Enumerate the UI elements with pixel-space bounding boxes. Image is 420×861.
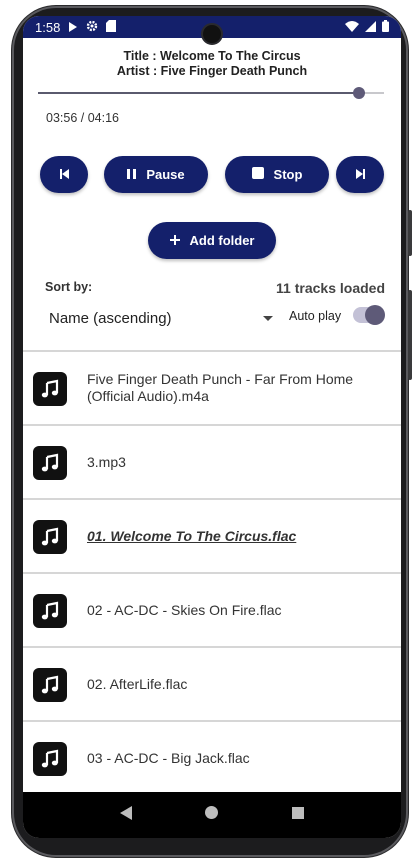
previous-button[interactable] xyxy=(40,156,88,193)
track-row[interactable]: Five Finger Death Punch - Far From Home … xyxy=(23,350,401,424)
add-folder-label: Add folder xyxy=(189,233,255,248)
artist-line: Artist : Five Finger Death Punch xyxy=(116,64,308,78)
stop-button-label: Stop xyxy=(273,167,303,182)
play-icon xyxy=(68,20,78,35)
music-note-icon xyxy=(33,742,67,776)
autoplay-toggle[interactable] xyxy=(353,305,385,325)
home-icon[interactable] xyxy=(205,806,219,824)
seek-bar-progress xyxy=(38,92,359,94)
track-name: Five Finger Death Punch - Far From Home … xyxy=(87,371,354,404)
power-button xyxy=(408,210,412,256)
back-icon[interactable] xyxy=(119,805,132,825)
pause-button[interactable]: Pause xyxy=(104,156,208,193)
tracks-loaded-count: 11 tracks loaded xyxy=(276,280,385,296)
track-name: 02 - AC-DC - Skies On Fire.flac xyxy=(87,601,282,618)
skip-previous-icon xyxy=(59,167,69,182)
pause-icon xyxy=(127,167,137,182)
track-name: 01. Welcome To The Circus.flac xyxy=(87,527,297,544)
pause-button-label: Pause xyxy=(146,167,185,182)
caret-down-icon xyxy=(263,315,273,321)
track-row[interactable]: 3.mp3 xyxy=(23,424,401,498)
recents-icon[interactable] xyxy=(292,806,305,824)
signal-icon xyxy=(365,20,376,35)
track-list: Five Finger Death Punch - Far From Home … xyxy=(23,350,401,794)
volume-button xyxy=(408,290,412,380)
autoplay-toggle-knob xyxy=(365,305,385,325)
track-name: 02. AfterLife.flac xyxy=(87,675,188,692)
music-note-icon xyxy=(33,446,67,480)
autoplay-label: Auto play xyxy=(289,309,342,323)
music-note-icon xyxy=(33,668,67,702)
track-row[interactable]: 02. AfterLife.flac xyxy=(23,646,401,720)
music-note-icon xyxy=(33,520,67,554)
now-playing-info: Title : Welcome To The Circus Artist : F… xyxy=(23,49,401,79)
status-time: 1:58 xyxy=(35,19,61,35)
playback-time: 03:56 / 04:16 xyxy=(46,111,119,125)
sd-card-icon xyxy=(106,19,117,35)
app-screen: 1:58 Title : Welcome To The Circus Artis… xyxy=(23,16,401,838)
wifi-icon xyxy=(345,20,359,35)
seek-bar[interactable] xyxy=(38,87,384,99)
music-note-icon xyxy=(33,594,67,628)
add-folder-button[interactable]: Add folder xyxy=(148,222,276,259)
next-button[interactable] xyxy=(336,156,384,193)
skip-next-icon xyxy=(355,167,365,182)
stop-icon xyxy=(251,167,264,182)
stop-button[interactable]: Stop xyxy=(225,156,329,193)
sort-dropdown[interactable]: Name (ascending) xyxy=(49,307,273,329)
sort-label: Sort by: xyxy=(45,280,93,294)
front-camera xyxy=(201,23,223,45)
navigation-bar xyxy=(23,792,401,838)
track-row[interactable]: 01. Welcome To The Circus.flac xyxy=(23,498,401,572)
plus-icon xyxy=(169,233,180,248)
track-row[interactable]: 02 - AC-DC - Skies On Fire.flac xyxy=(23,572,401,646)
battery-icon xyxy=(382,19,389,35)
music-note-icon xyxy=(33,372,67,406)
seek-bar-thumb[interactable] xyxy=(352,87,365,99)
sort-selected-value: Name (ascending) xyxy=(49,309,172,327)
track-row[interactable]: 03 - AC-DC - Big Jack.flac xyxy=(23,720,401,794)
track-name: 03 - AC-DC - Big Jack.flac xyxy=(87,749,250,766)
gear-icon xyxy=(86,20,98,35)
title-line: Title : Welcome To The Circus xyxy=(123,49,301,63)
track-name: 3.mp3 xyxy=(87,453,126,470)
